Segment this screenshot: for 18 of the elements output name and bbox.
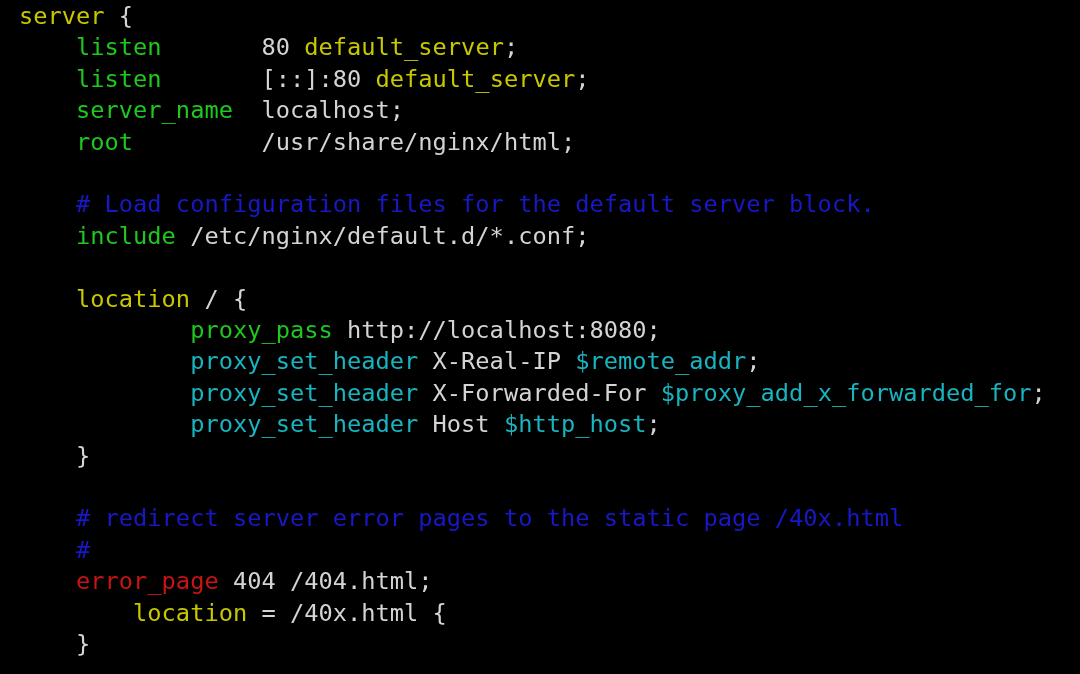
code-line: proxy_set_header Host $http_host; <box>189 409 661 441</box>
code-line: root /usr/share/nginx/html; <box>75 126 576 158</box>
code-line: } <box>75 440 91 472</box>
code-line: # Load configuration files for the default server block. <box>75 189 875 221</box>
code-line: # <box>75 534 91 566</box>
code-line: include /etc/nginx/default.d/*.conf; <box>75 220 590 252</box>
code-line: server { <box>19 1 134 32</box>
code-line: # redirect server error pages to the static page /40x.html <box>75 503 904 535</box>
code-line: proxy_set_header X-Real-IP $remote_addr; <box>189 346 761 378</box>
code-line: proxy_set_header X-Forwarded-For $proxy_add_x_forwarded_for; <box>189 377 1046 409</box>
code-line: server_name localhost; <box>75 95 405 127</box>
code-line: location = /40x.html { <box>132 597 447 629</box>
code-line: listen [::]:80 default_server; <box>75 63 590 95</box>
code-line: listen 80 default_server; <box>75 32 519 64</box>
code-line: error_page 404 /404.html; <box>75 566 433 598</box>
code-line: } <box>75 629 91 661</box>
code-line: proxy_pass http://localhost:8080; <box>189 315 661 347</box>
code-line: location / { <box>75 283 248 315</box>
